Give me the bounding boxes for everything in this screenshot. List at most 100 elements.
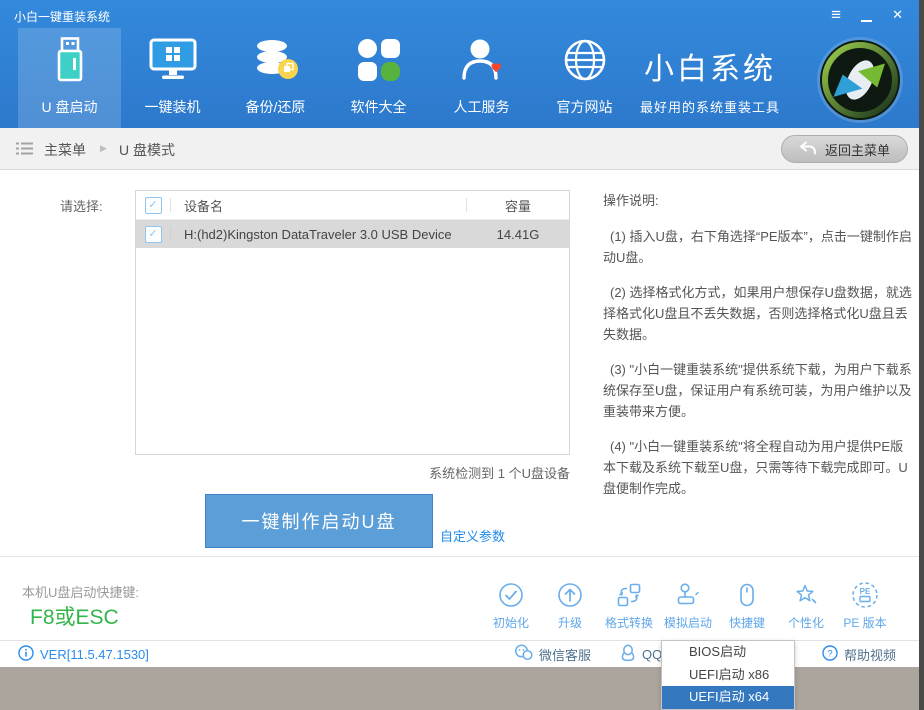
custom-params-link[interactable]: 自定义参数 <box>440 526 505 545</box>
breadcrumb-root[interactable]: 主菜单 <box>44 140 86 160</box>
breadcrumb-bar: 主菜单 ▶ U 盘模式 返回主菜单 <box>0 128 919 170</box>
tool-initialize[interactable]: 初始化 <box>482 581 540 631</box>
tool-pe-version[interactable]: PE PE 版本 <box>836 581 894 631</box>
close-icon[interactable]: ✕ <box>892 6 903 24</box>
tool-shortcut-key[interactable]: 快捷键 <box>718 581 776 631</box>
boot-hotkey-label: 本机U盘启动快捷键: <box>22 582 139 601</box>
menu-icon[interactable]: ≡ <box>831 6 841 24</box>
joystick-icon <box>675 581 701 609</box>
row-checkbox[interactable]: ✓ <box>145 226 162 243</box>
question-icon: ? <box>822 645 838 664</box>
qq-support[interactable]: QQ <box>620 641 662 667</box>
back-to-main-menu-button[interactable]: 返回主菜单 <box>781 135 908 163</box>
back-button-label: 返回主菜单 <box>825 140 890 159</box>
tool-label: 初始化 <box>493 614 529 631</box>
usb-drive-icon <box>51 28 89 91</box>
brand: 小白系统 最好用的系统重装工具 <box>606 44 814 116</box>
instruction-step: (4) "小白一键重装系统"将全程自动为用户提供PE版本下载及系统下载至U盘，只… <box>603 436 915 499</box>
tool-label: PE 版本 <box>843 614 886 631</box>
check-circle-icon <box>498 581 524 609</box>
capacity-cell: 14.41G <box>467 227 569 242</box>
minimize-icon[interactable] <box>861 6 872 24</box>
select-prompt-label: 请选择: <box>60 196 103 215</box>
wechat-label: 微信客服 <box>539 645 591 664</box>
star-icon <box>793 581 819 609</box>
brand-logo-icon <box>816 36 904 124</box>
main-nav: U 盘启动 一键装机 <box>18 28 636 128</box>
instruction-step: (3) "小白一键重装系统"提供系统下载，为用户下载系统保存至U盘，保证用户有系… <box>603 359 915 422</box>
menu-item-bios-boot[interactable]: BIOS启动 <box>662 641 794 664</box>
back-arrow-icon <box>799 140 817 159</box>
nav-tab-usb-boot[interactable]: U 盘启动 <box>18 28 121 128</box>
version-info: VER[11.5.47.1530] <box>18 641 149 667</box>
help-video[interactable]: ? 帮助视频 <box>822 641 896 667</box>
help-label: 帮助视频 <box>844 645 896 664</box>
qq-label: QQ <box>642 647 662 662</box>
tool-format-convert[interactable]: 格式转换 <box>600 581 658 631</box>
nav-tab-label: U 盘启动 <box>42 97 98 117</box>
mouse-icon <box>734 581 760 609</box>
menu-item-uefi-x64[interactable]: UEFI启动 x64 <box>662 686 794 709</box>
boot-hotkey-value: F8或ESC <box>30 601 119 631</box>
version-text: VER[11.5.47.1530] <box>40 647 149 662</box>
nav-tab-software[interactable]: 软件大全 <box>327 28 430 128</box>
window-title: 小白一键重装系统 <box>14 8 110 25</box>
svg-text:?: ? <box>827 648 832 659</box>
nav-tab-service[interactable]: 人工服务 <box>430 28 533 128</box>
app-window: 小白一键重装系统 ≡ ✕ U 盘启动 <box>0 0 919 667</box>
arrow-up-circle-icon <box>557 581 583 609</box>
tool-label: 个性化 <box>788 614 824 631</box>
nav-tab-label: 备份/还原 <box>246 97 306 117</box>
tool-label: 升级 <box>558 614 582 631</box>
list-icon <box>16 142 33 161</box>
globe-icon <box>562 28 608 91</box>
pe-version-icon: PE <box>851 581 879 609</box>
backup-database-icon <box>253 28 299 91</box>
menu-item-uefi-x86[interactable]: UEFI启动 x86 <box>662 664 794 687</box>
tool-label: 格式转换 <box>605 614 653 631</box>
info-icon <box>18 645 34 664</box>
tool-label: 模拟启动 <box>664 614 712 631</box>
tool-personalize[interactable]: 个性化 <box>777 581 835 631</box>
qq-icon <box>620 644 636 665</box>
svg-text:PE: PE <box>860 587 871 596</box>
customer-service-icon <box>459 28 505 91</box>
detect-status-text: 系统检测到 1 个U盘设备 <box>135 463 570 482</box>
capacity-header: 容量 <box>467 196 569 215</box>
divider <box>0 556 919 557</box>
header: 小白一键重装系统 ≡ ✕ U 盘启动 <box>0 0 919 128</box>
tool-bar: 初始化 升级 <box>482 581 894 631</box>
breadcrumb-current: U 盘模式 <box>119 140 175 160</box>
table-row[interactable]: ✓ H:(hd2)Kingston DataTraveler 3.0 USB D… <box>136 220 569 248</box>
make-boot-usb-button[interactable]: 一键制作启动U盘 <box>205 494 433 548</box>
convert-icon <box>616 581 642 609</box>
device-name-cell: H:(hd2)Kingston DataTraveler 3.0 USB Dev… <box>171 227 467 242</box>
brand-title: 小白系统 <box>606 44 814 88</box>
tool-upgrade[interactable]: 升级 <box>541 581 599 631</box>
nav-tab-label: 官方网站 <box>557 97 613 117</box>
nav-tab-backup-restore[interactable]: 备份/还原 <box>224 28 327 128</box>
boot-mode-popup-menu: BIOS启动 UEFI启动 x86 UEFI启动 x64 <box>661 640 795 710</box>
nav-tab-label: 软件大全 <box>351 97 407 117</box>
instruction-step: (1) 插入U盘，右下角选择“PE版本”，点击一键制作启动U盘。 <box>603 226 915 268</box>
screen: 小白一键重装系统 ≡ ✕ U 盘启动 <box>0 0 924 710</box>
breadcrumb-separator-icon: ▶ <box>100 143 107 154</box>
select-all-checkbox[interactable]: ✓ <box>145 197 162 214</box>
nav-tab-one-key-install[interactable]: 一键装机 <box>121 28 224 128</box>
nav-tab-label: 一键装机 <box>145 97 201 117</box>
brand-subtitle: 最好用的系统重装工具 <box>606 97 814 116</box>
instructions-title: 操作说明: <box>603 190 915 211</box>
instruction-step: (2) 选择格式化方式，如果用户想保存U盘数据，就选择格式化U盘且不丢失数据，否… <box>603 282 915 345</box>
instructions-panel: 操作说明: (1) 插入U盘，右下角选择“PE版本”，点击一键制作启动U盘。 (… <box>603 190 915 513</box>
table-header-row: ✓ 设备名 容量 <box>136 191 569 220</box>
desktop-background <box>919 0 924 710</box>
software-clover-icon <box>357 28 401 91</box>
monitor-icon <box>148 28 198 91</box>
window-controls: ≡ ✕ <box>831 6 903 24</box>
nav-tab-label: 人工服务 <box>454 97 510 117</box>
device-table: ✓ 设备名 容量 ✓ H:(hd2)Kingston DataTraveler … <box>135 190 570 455</box>
device-name-header: 设备名 <box>171 196 466 215</box>
wechat-support[interactable]: 微信客服 <box>514 641 591 667</box>
tool-label: 快捷键 <box>729 614 765 631</box>
tool-simulate-boot[interactable]: 模拟启动 <box>659 581 717 631</box>
